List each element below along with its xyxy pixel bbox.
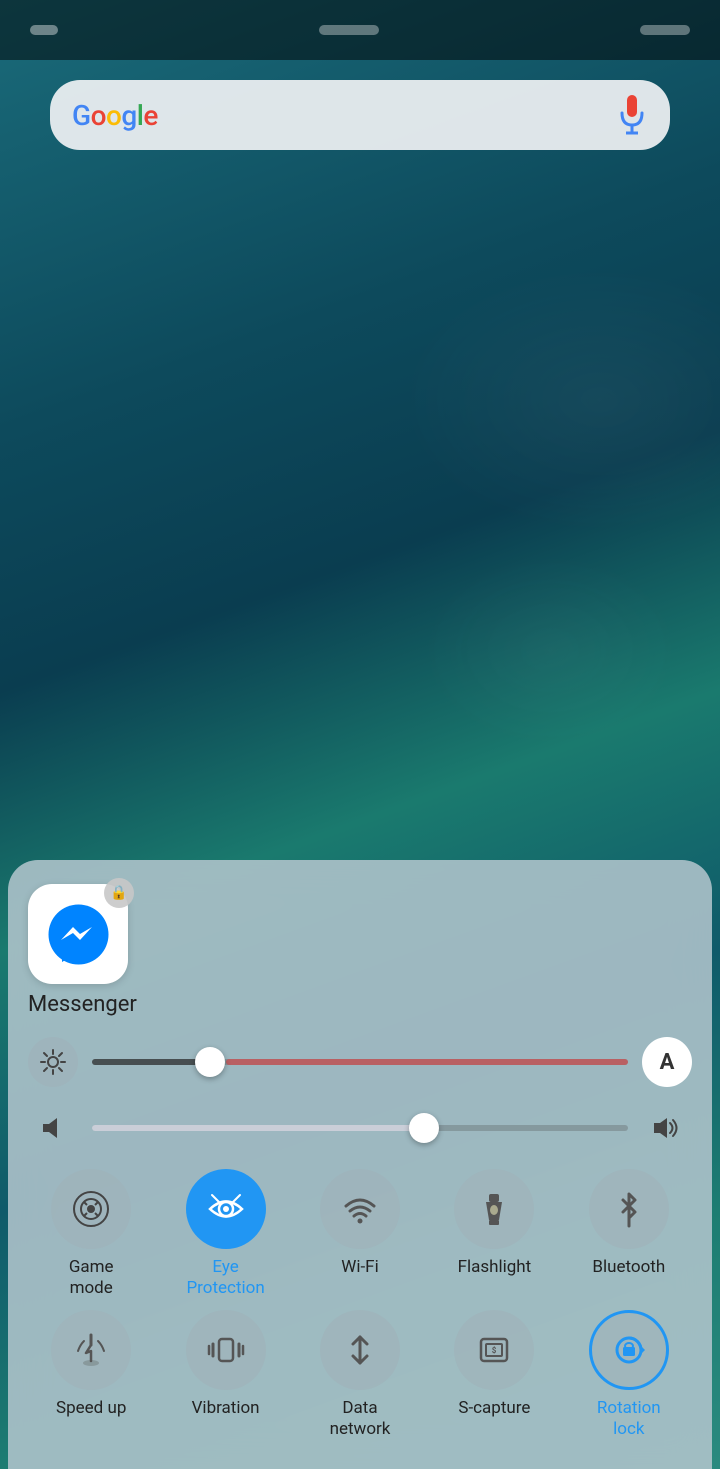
brightness-slider-row: A — [28, 1037, 692, 1087]
quick-settings-panel: 🔒 Messenger A — [8, 860, 712, 1469]
toggle-s-capture[interactable]: $ S-capture — [431, 1310, 557, 1439]
status-dot-3 — [640, 25, 690, 35]
speed-up-circle — [51, 1310, 131, 1390]
status-dot-1 — [30, 25, 58, 35]
rotation-lock-circle — [589, 1310, 669, 1390]
status-left — [30, 25, 58, 35]
toggle-rotation-lock[interactable]: Rotationlock — [566, 1310, 692, 1439]
volume-track[interactable] — [92, 1125, 628, 1131]
data-network-circle — [320, 1310, 400, 1390]
rotation-lock-label: Rotationlock — [597, 1398, 661, 1439]
search-bar-container: Google — [50, 80, 670, 150]
microphone-icon[interactable] — [616, 93, 648, 137]
s-capture-circle: $ — [454, 1310, 534, 1390]
game-mode-circle — [51, 1169, 131, 1249]
wifi-circle — [320, 1169, 400, 1249]
brightness-fill-right — [226, 1059, 628, 1065]
toggle-wifi[interactable]: Wi-Fi — [297, 1169, 423, 1298]
eye-protection-circle — [186, 1169, 266, 1249]
brightness-thumb[interactable] — [195, 1047, 225, 1077]
toggle-vibration[interactable]: Vibration — [162, 1310, 288, 1439]
bluetooth-label: Bluetooth — [592, 1257, 665, 1277]
eye-protection-label: EyeProtection — [186, 1257, 264, 1298]
auto-brightness-button[interactable]: A — [642, 1037, 692, 1087]
volume-slider-row — [28, 1103, 692, 1153]
app-icon-wrapper: 🔒 — [28, 884, 128, 984]
lock-badge: 🔒 — [104, 878, 134, 908]
bluetooth-circle — [589, 1169, 669, 1249]
app-name: Messenger — [28, 992, 137, 1017]
vibration-label: Vibration — [192, 1398, 260, 1418]
volume-up-icon[interactable] — [642, 1103, 692, 1153]
toggle-data-network[interactable]: Datanetwork — [297, 1310, 423, 1439]
volume-fill — [92, 1125, 424, 1131]
vibration-circle — [186, 1310, 266, 1390]
status-center — [319, 25, 379, 35]
search-bar[interactable]: Google — [50, 80, 670, 150]
toggle-bluetooth[interactable]: Bluetooth — [566, 1169, 692, 1298]
google-logo: Google — [72, 99, 158, 132]
wifi-label: Wi-Fi — [341, 1257, 378, 1277]
data-network-label: Datanetwork — [330, 1398, 391, 1439]
toggle-speed-up[interactable]: Speed up — [28, 1310, 154, 1439]
status-dot-2 — [319, 25, 379, 35]
brightness-track[interactable] — [92, 1059, 628, 1065]
flashlight-label: Flashlight — [458, 1257, 532, 1277]
status-right — [640, 25, 690, 35]
auto-label: A — [660, 1050, 675, 1075]
mute-button[interactable] — [28, 1103, 78, 1153]
toggle-grid: Gamemode EyeProtection — [28, 1169, 692, 1439]
flashlight-circle — [454, 1169, 534, 1249]
volume-thumb[interactable] — [409, 1113, 439, 1143]
game-mode-label: Gamemode — [69, 1257, 114, 1298]
toggle-eye-protection[interactable]: EyeProtection — [162, 1169, 288, 1298]
svg-text:$: $ — [492, 1346, 497, 1355]
speed-up-label: Speed up — [56, 1398, 126, 1418]
toggle-flashlight[interactable]: Flashlight — [431, 1169, 557, 1298]
toggle-game-mode[interactable]: Gamemode — [28, 1169, 154, 1298]
brightness-settings-button[interactable] — [28, 1037, 78, 1087]
brightness-fill-left — [92, 1059, 210, 1065]
app-shortcut[interactable]: 🔒 Messenger — [28, 884, 692, 1017]
s-capture-label: S-capture — [458, 1398, 530, 1418]
status-bar — [0, 0, 720, 60]
